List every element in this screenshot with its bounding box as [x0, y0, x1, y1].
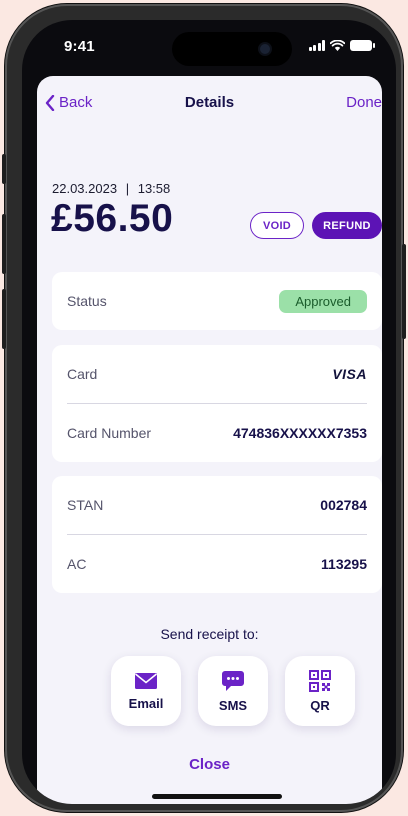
- card-number-label: Card Number: [67, 425, 152, 441]
- card-number-value: 474836XXXXXX7353: [233, 425, 367, 441]
- transaction-datetime: 22.03.2023 | 13:58: [52, 181, 170, 196]
- stan-value: 002784: [320, 497, 367, 513]
- stan-label: STAN: [67, 497, 104, 513]
- chat-bubble-icon: [222, 670, 244, 691]
- battery-icon: [350, 40, 375, 51]
- transaction-amount: £56.50: [51, 197, 174, 240]
- dynamic-island: [172, 32, 292, 66]
- power-button: [402, 244, 406, 339]
- wifi-icon: [330, 40, 345, 51]
- card-row: Card VISA: [52, 345, 382, 403]
- close-button[interactable]: Close: [37, 756, 382, 773]
- qr-receipt-button[interactable]: QR: [285, 656, 355, 726]
- ac-row: AC 113295: [52, 535, 382, 593]
- signal-icon: [308, 40, 325, 51]
- transaction-date: 22.03.2023: [52, 181, 118, 196]
- card-label: Card: [67, 366, 98, 382]
- void-button[interactable]: VOID: [250, 212, 304, 239]
- phone-frame: 9:41 Back Details Done 22.03.2023 | 13:5…: [2, 4, 406, 812]
- status-row: Status Approved: [52, 272, 382, 330]
- card-number-row: Card Number 474836XXXXXX7353: [52, 404, 382, 462]
- transaction-time: 13:58: [137, 181, 171, 196]
- codes-card: STAN 002784 AC 113295: [52, 476, 382, 593]
- phone-screen: 9:41 Back Details Done 22.03.2023 | 13:5…: [22, 20, 396, 804]
- page-title: Details: [184, 94, 235, 111]
- datetime-separator: |: [125, 181, 130, 196]
- status-icons: [308, 40, 375, 51]
- sms-receipt-button[interactable]: SMS: [198, 656, 268, 726]
- status-card: Status Approved: [52, 272, 382, 330]
- details-sheet: Back Details Done 22.03.2023 | 13:58 £56…: [37, 76, 382, 804]
- send-receipt-title: Send receipt to:: [160, 626, 259, 642]
- nav-bar: Back Details Done: [37, 76, 382, 126]
- visa-logo: VISA: [332, 366, 367, 382]
- qr-code-icon: [309, 669, 331, 692]
- email-label: Email: [128, 695, 164, 711]
- camera-dot: [260, 44, 270, 54]
- refund-button[interactable]: REFUND: [312, 212, 382, 239]
- done-button[interactable]: Done: [346, 94, 382, 111]
- envelope-icon: [134, 672, 158, 689]
- volume-down-button: [2, 289, 6, 349]
- status-time: 9:41: [64, 38, 95, 55]
- card-info-card: Card VISA Card Number 474836XXXXXX7353: [52, 345, 382, 462]
- status-label: Status: [67, 293, 107, 309]
- sms-label: SMS: [218, 697, 248, 713]
- home-indicator[interactable]: [152, 794, 282, 799]
- ac-value: 113295: [321, 556, 367, 572]
- status-bar: 9:41: [22, 20, 396, 72]
- mute-switch: [2, 154, 6, 184]
- email-receipt-button[interactable]: Email: [111, 656, 181, 726]
- qr-label: QR: [310, 697, 330, 713]
- volume-up-button: [2, 214, 6, 274]
- status-badge: Approved: [279, 289, 367, 313]
- stan-row: STAN 002784: [52, 476, 382, 534]
- ac-label: AC: [67, 556, 87, 572]
